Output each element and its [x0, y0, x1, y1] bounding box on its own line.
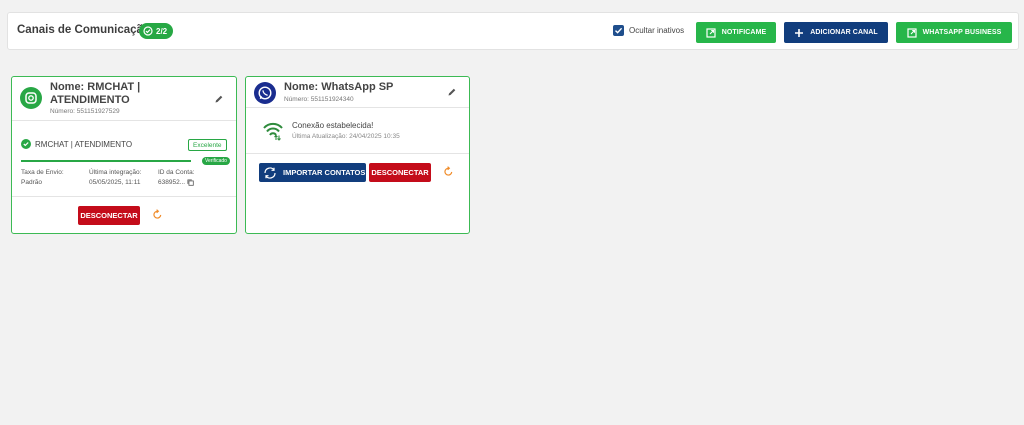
channel-name: Nome: RMCHAT | ATENDIMENTO — [50, 81, 141, 106]
whatsapp-business-label: WHATSAPP BUSINESS — [922, 29, 1002, 36]
disconnect-button[interactable]: DESCONECTAR — [369, 163, 431, 182]
channel-card-whatsapp-sp: Nome: WhatsApp SP Número: 551151924340 C… — [245, 76, 470, 234]
import-contacts-label: IMPORTAR CONTATOS — [283, 168, 366, 177]
hide-inactive-checkbox[interactable] — [613, 25, 624, 36]
check-circle-icon — [143, 26, 153, 36]
whatsapp-business-button[interactable]: WHATSAPP BUSINESS — [896, 22, 1012, 43]
channel-count-text: 2/2 — [156, 26, 168, 36]
wifi-connected-icon — [263, 122, 283, 141]
last-integration-label: Última integração: — [89, 169, 142, 176]
account-id-value: 638952... — [158, 179, 186, 186]
status-channel-name: RMCHAT | ATENDIMENTO — [35, 139, 133, 149]
card-divider — [12, 196, 236, 197]
disconnect-button[interactable]: DESCONECTAR — [78, 206, 140, 225]
pencil-icon[interactable] — [214, 94, 224, 104]
quality-progress-track — [21, 160, 191, 162]
last-update: Última Atualização: 24/04/2025 10:35 — [292, 133, 400, 140]
channel-number: Número: 551151924340 — [284, 96, 354, 103]
copy-icon[interactable] — [187, 179, 194, 186]
hide-inactive-label: Ocultar inativos — [629, 26, 685, 35]
open-external-icon — [706, 27, 716, 38]
pencil-icon[interactable] — [447, 87, 457, 97]
card-divider — [246, 153, 469, 154]
quality-badge: Excelente — [188, 139, 227, 151]
channel-number: Número: 551151927529 — [50, 108, 120, 115]
check-circle-icon — [21, 139, 31, 149]
channel-avatar-icon — [20, 87, 42, 109]
refresh-icon[interactable] — [152, 209, 163, 220]
add-channel-button[interactable]: ADICIONAR CANAL — [784, 22, 888, 43]
quality-progress-fill — [21, 160, 191, 162]
import-contacts-button[interactable]: IMPORTAR CONTATOS — [259, 163, 366, 182]
header-bar: Canais de Comunicação 2/2 Ocultar inativ… — [7, 12, 1019, 50]
channel-name: Nome: WhatsApp SP — [284, 81, 394, 93]
open-external-icon — [906, 27, 917, 38]
connection-status: Conexão estabelecida! — [292, 121, 374, 130]
card-header: Nome: WhatsApp SP Número: 551151924340 — [246, 77, 469, 108]
sync-contacts-icon — [264, 166, 276, 179]
send-rate-value: Padrão — [21, 179, 42, 186]
verified-badge: Verificado — [202, 157, 230, 165]
hide-inactive-toggle[interactable]: Ocultar inativos — [613, 25, 684, 36]
page-title: Canais de Comunicação — [17, 24, 150, 36]
card-header: Nome: RMCHAT | ATENDIMENTO Número: 55115… — [12, 77, 236, 121]
notificame-button[interactable]: NOTIFICAME — [696, 22, 776, 43]
refresh-icon[interactable] — [443, 166, 454, 177]
checkmark-icon — [615, 27, 623, 34]
plus-icon — [795, 28, 804, 37]
add-channel-label: ADICIONAR CANAL — [810, 29, 878, 36]
account-id-label: ID da Conta: — [158, 169, 195, 176]
last-integration-value: 05/05/2025, 11:11 — [89, 179, 141, 186]
whatsapp-icon — [254, 82, 276, 104]
status-row: RMCHAT | ATENDIMENTO — [21, 139, 132, 149]
send-rate-label: Taxa de Envio: — [21, 169, 64, 176]
channel-card-rmchat: Nome: RMCHAT | ATENDIMENTO Número: 55115… — [11, 76, 237, 234]
notificame-label: NOTIFICAME — [721, 29, 767, 36]
channel-count-badge: 2/2 — [139, 23, 174, 39]
account-id-row: 638952... — [158, 179, 194, 186]
